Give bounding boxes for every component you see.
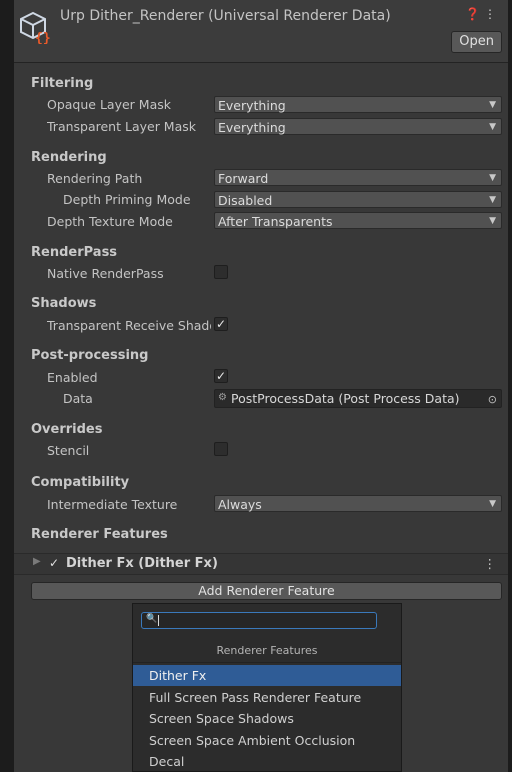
- opaque-layer-mask-dropdown[interactable]: Everything ▼: [214, 96, 502, 113]
- dropdown-value: Everything: [218, 120, 286, 135]
- stencil-checkbox[interactable]: [214, 442, 228, 456]
- feature-enabled-checkmark-icon[interactable]: ✓: [49, 556, 59, 570]
- popup-item-ssao[interactable]: Screen Space Ambient Occlusion: [133, 730, 401, 751]
- section-overrides: Overrides: [31, 422, 103, 437]
- dropdown-arrow-icon: ▼: [489, 173, 496, 183]
- native-renderpass-label: Native RenderPass: [47, 266, 164, 281]
- scriptable-object-icon: ⚙: [218, 392, 227, 403]
- rendering-path-label: Rendering Path: [47, 171, 143, 186]
- search-input[interactable]: 🔍: [141, 612, 377, 629]
- renderer-data-asset-icon: {}: [20, 11, 51, 44]
- divider: [133, 662, 401, 663]
- section-shadows: Shadows: [31, 296, 97, 311]
- popup-item-full-screen-pass[interactable]: Full Screen Pass Renderer Feature: [133, 687, 401, 708]
- page-title: Urp Dither_Renderer (Universal Renderer …: [60, 8, 391, 24]
- add-renderer-feature-button[interactable]: Add Renderer Feature: [31, 582, 502, 600]
- dropdown-value: Everything: [218, 98, 286, 113]
- native-renderpass-checkbox[interactable]: [214, 265, 228, 279]
- open-button[interactable]: Open: [451, 31, 502, 53]
- help-icon[interactable]: ❓: [465, 7, 484, 21]
- checkmark-icon: ✓: [215, 317, 227, 331]
- transparent-layer-mask-dropdown[interactable]: Everything ▼: [214, 118, 502, 135]
- object-picker-icon[interactable]: ⊙: [488, 393, 497, 406]
- dropdown-value: Forward: [218, 171, 269, 186]
- postprocess-enabled-checkbox[interactable]: ✓: [214, 369, 228, 383]
- inspector-header: {} Urp Dither_Renderer (Universal Render…: [14, 0, 508, 63]
- text-caret: [158, 615, 159, 626]
- kebab-menu-icon[interactable]: ⋮: [484, 7, 500, 21]
- renderer-feature-row[interactable]: ▶ ✓ Dither Fx (Dither Fx) ⋮: [14, 553, 508, 575]
- kebab-menu-icon[interactable]: ⋮: [484, 556, 497, 571]
- foldout-arrow-icon[interactable]: ▶: [33, 556, 41, 567]
- intermediate-texture-dropdown[interactable]: Always ▼: [214, 495, 502, 512]
- depth-priming-mode-dropdown[interactable]: Disabled ▼: [214, 191, 502, 208]
- inspector-panel: {} Urp Dither_Renderer (Universal Render…: [14, 0, 508, 772]
- transparent-receive-shadows-checkbox[interactable]: ✓: [214, 317, 228, 331]
- section-renderer-features: Renderer Features: [31, 527, 168, 542]
- renderer-feature-name: Dither Fx (Dither Fx): [66, 556, 218, 571]
- intermediate-texture-label: Intermediate Texture: [47, 497, 178, 512]
- popup-item-decal[interactable]: Decal: [133, 751, 401, 772]
- depth-texture-mode-dropdown[interactable]: After Transparents ▼: [214, 212, 502, 229]
- postprocess-data-label: Data: [63, 391, 93, 406]
- checkmark-icon: ✓: [215, 369, 227, 383]
- opaque-layer-mask-label: Opaque Layer Mask: [47, 97, 171, 112]
- svg-text:{}: {}: [35, 31, 51, 44]
- dropdown-arrow-icon: ▼: [489, 100, 496, 110]
- dropdown-value: Always: [218, 497, 262, 512]
- transparent-receive-shadows-label: Transparent Receive Shadows: [47, 318, 211, 333]
- dropdown-arrow-icon: ▼: [489, 216, 496, 226]
- dropdown-arrow-icon: ▼: [489, 195, 496, 205]
- dropdown-value: Disabled: [218, 193, 273, 208]
- search-icon: 🔍: [146, 614, 158, 624]
- dropdown-arrow-icon: ▼: [489, 499, 496, 509]
- depth-priming-mode-label: Depth Priming Mode: [63, 192, 191, 207]
- rendering-path-dropdown[interactable]: Forward ▼: [214, 169, 502, 186]
- stencil-label: Stencil: [47, 443, 90, 458]
- popup-item-screen-space-shadows[interactable]: Screen Space Shadows: [133, 708, 401, 729]
- add-feature-popup: 🔍 Renderer Features Dither Fx Full Scree…: [132, 603, 402, 772]
- section-post-processing: Post-processing: [31, 348, 149, 363]
- section-compatibility: Compatibility: [31, 475, 130, 490]
- popup-item-dither-fx[interactable]: Dither Fx: [133, 665, 401, 686]
- depth-texture-mode-label: Depth Texture Mode: [47, 214, 173, 229]
- popup-heading: Renderer Features: [216, 644, 318, 657]
- section-renderpass: RenderPass: [31, 245, 118, 260]
- transparent-layer-mask-label: Transparent Layer Mask: [47, 119, 196, 134]
- dropdown-arrow-icon: ▼: [489, 122, 496, 132]
- postprocess-data-field[interactable]: ⚙ PostProcessData (Post Process Data) ⊙: [214, 389, 502, 408]
- object-field-value: PostProcessData (Post Process Data): [231, 391, 460, 406]
- postprocess-enabled-label: Enabled: [47, 370, 98, 385]
- dropdown-value: After Transparents: [218, 214, 333, 229]
- header-icons: ❓⋮: [465, 7, 500, 21]
- section-filtering: Filtering: [31, 76, 94, 91]
- section-rendering: Rendering: [31, 150, 107, 165]
